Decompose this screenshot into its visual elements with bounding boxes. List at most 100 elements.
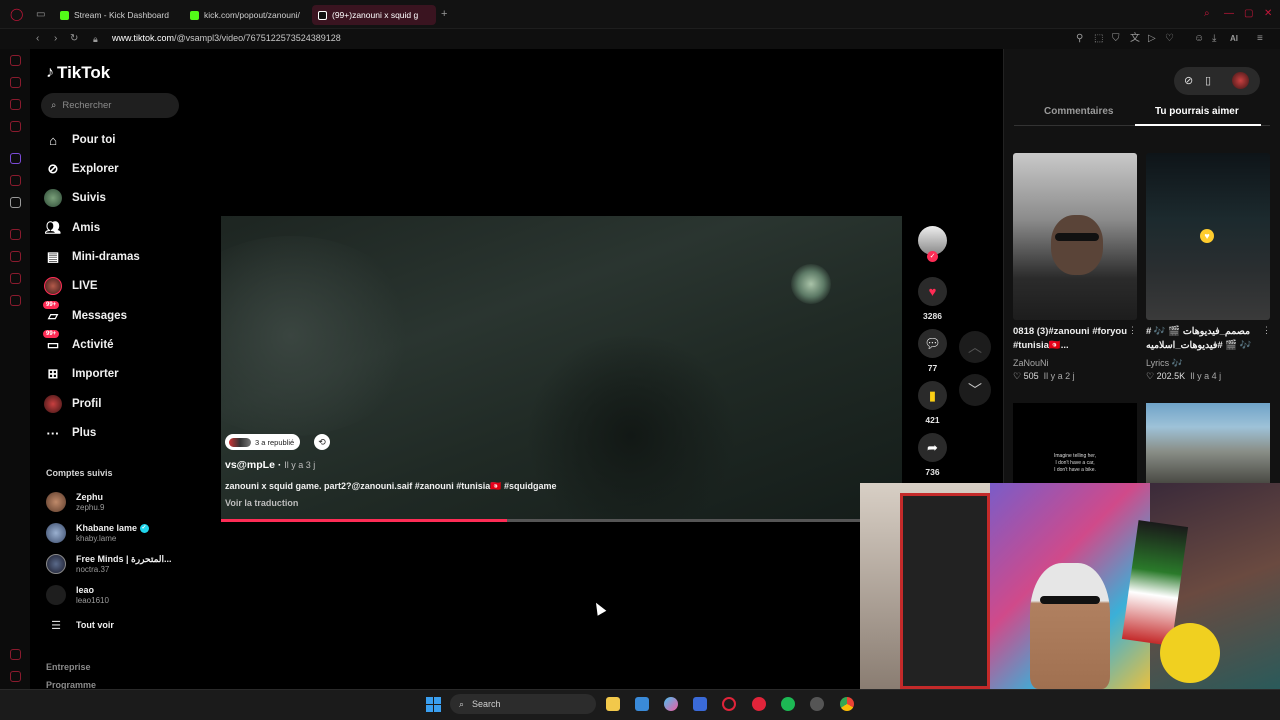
messenger-icon[interactable] bbox=[10, 99, 21, 110]
history-icon[interactable] bbox=[10, 55, 21, 66]
taskbar-search[interactable]: ⌕ Search bbox=[450, 694, 596, 714]
opera-gx-icon[interactable] bbox=[722, 697, 736, 711]
like-button[interactable]: ♥ bbox=[918, 277, 947, 306]
calculator-icon[interactable] bbox=[693, 697, 707, 711]
clock-icon[interactable] bbox=[10, 251, 21, 262]
repost-badge[interactable]: 3 a republié bbox=[225, 434, 301, 450]
suggested-video-thumb[interactable] bbox=[1013, 153, 1137, 320]
nav-messages[interactable]: ▱ 99+ Messages bbox=[43, 301, 127, 326]
maximize-icon[interactable]: ▢ bbox=[1244, 9, 1253, 19]
nav-pour-toi[interactable]: ⌂ Pour toi bbox=[44, 130, 115, 150]
video-player[interactable] bbox=[221, 216, 902, 522]
card-title[interactable]: # 🎶 🎬 مصمم_فيديوهات #فيديوهات_اسلاميه 🎬 … bbox=[1146, 325, 1266, 353]
forward-icon[interactable]: › bbox=[54, 34, 57, 44]
twitch-icon[interactable] bbox=[10, 153, 21, 164]
nav-importer[interactable]: ⊞ Importer bbox=[44, 364, 119, 384]
percent-icon[interactable] bbox=[10, 175, 21, 186]
video-progress-bar[interactable] bbox=[221, 519, 902, 522]
previous-video-button[interactable]: ︿ bbox=[959, 331, 991, 363]
nav-amis[interactable]: 👥︎ Amis bbox=[44, 218, 100, 238]
gx-icon[interactable] bbox=[10, 649, 21, 660]
close-icon[interactable]: ✕ bbox=[1264, 9, 1272, 19]
tab-kick-popout[interactable]: kick.com/popout/zanouni/ bbox=[184, 5, 308, 25]
nav-explorer[interactable]: ⊘ Explorer bbox=[44, 159, 119, 179]
tab-comments[interactable]: Commentaires bbox=[1044, 106, 1113, 117]
aria-ai-button[interactable]: AI bbox=[1230, 34, 1238, 44]
back-icon[interactable]: ‹ bbox=[36, 34, 39, 44]
search-input[interactable]: ⌕ Rechercher bbox=[41, 93, 179, 118]
nav-suivis[interactable]: Suivis bbox=[44, 188, 106, 208]
download-icon[interactable]: ⤓ bbox=[1212, 34, 1216, 44]
card-author[interactable]: Lyrics 🎶 bbox=[1146, 358, 1183, 369]
file-explorer-icon[interactable] bbox=[606, 697, 620, 711]
follow-check-icon[interactable]: ✓ bbox=[927, 251, 938, 262]
footer-link-entreprise[interactable]: Entreprise bbox=[46, 662, 91, 672]
more-options-icon[interactable]: ⋮ bbox=[1262, 325, 1271, 336]
chrome-icon[interactable] bbox=[840, 697, 854, 711]
x-twitter-icon[interactable] bbox=[10, 197, 21, 208]
comment-button[interactable]: 💬︎ bbox=[918, 329, 947, 358]
settings-icon[interactable] bbox=[10, 295, 21, 306]
author-name: vs@mpLe bbox=[225, 459, 275, 471]
pin-icon[interactable]: ⚲ bbox=[1076, 34, 1083, 44]
repost-icon[interactable]: ⟲ bbox=[314, 434, 330, 450]
card-title[interactable]: 0818 (3)#zanouni #foryou #tunisia🇹🇳... bbox=[1013, 325, 1133, 353]
followed-account[interactable]: Zephu zephu.9 bbox=[46, 490, 104, 514]
play-icon[interactable]: ▷ bbox=[1148, 34, 1156, 44]
app-icon[interactable] bbox=[752, 697, 766, 711]
menu-icon[interactable]: ≡ bbox=[1257, 34, 1263, 44]
suggested-video-thumb[interactable]: Imagine telling her, I don't have a car,… bbox=[1013, 403, 1137, 483]
compass-icon[interactable]: ⊘ bbox=[1184, 74, 1193, 87]
extensions-icon[interactable] bbox=[10, 273, 21, 284]
store-icon[interactable] bbox=[635, 697, 649, 711]
save-button[interactable]: ▮ bbox=[918, 381, 947, 410]
instagram-icon[interactable] bbox=[10, 121, 21, 132]
spotify-icon[interactable] bbox=[781, 697, 795, 711]
logo-text: TikTok bbox=[57, 63, 111, 82]
new-tab-icon[interactable]: + bbox=[441, 9, 447, 20]
nav-mini-dramas[interactable]: ▤ Mini-dramas bbox=[44, 247, 140, 267]
workspace-icon[interactable]: ▭ bbox=[36, 10, 45, 20]
more-rail-icon[interactable] bbox=[10, 671, 21, 682]
nav-profil[interactable]: Profil bbox=[44, 394, 101, 414]
reload-icon[interactable]: ↻ bbox=[70, 34, 78, 44]
snapshot-icon[interactable]: ⬚ bbox=[1094, 34, 1103, 44]
tiktok-icon bbox=[318, 10, 327, 20]
translate-icon[interactable]: 文 bbox=[1130, 34, 1140, 44]
tiktok-logo[interactable]: ♪ TikTok bbox=[46, 63, 110, 83]
translate-link[interactable]: Voir la traduction bbox=[225, 498, 298, 508]
minimize-icon[interactable]: — bbox=[1224, 9, 1234, 19]
steam-icon[interactable] bbox=[810, 697, 824, 711]
windows-start-icon[interactable] bbox=[426, 697, 441, 712]
followed-account[interactable]: Khabane lame ✓ khaby.lame bbox=[46, 521, 149, 545]
next-video-button[interactable]: ﹀ bbox=[959, 374, 991, 406]
tab-kick-dashboard[interactable]: Stream - Kick Dashboard bbox=[54, 5, 182, 25]
nav-activite[interactable]: ▭ 99+ Activité bbox=[43, 330, 114, 355]
lock-icon: 🔒︎ bbox=[93, 34, 98, 44]
player-icon[interactable] bbox=[10, 229, 21, 240]
more-options-icon[interactable]: ⋮ bbox=[1128, 325, 1137, 336]
account-icon[interactable]: ☺ bbox=[1194, 34, 1204, 44]
profile-avatar[interactable] bbox=[1232, 72, 1249, 89]
card-author[interactable]: ZaNouNi bbox=[1013, 358, 1049, 368]
nav-plus[interactable]: ··· Plus bbox=[44, 423, 97, 443]
nav-live[interactable]: LIVE bbox=[44, 276, 98, 296]
heart-icon[interactable]: ♡ bbox=[1165, 34, 1174, 44]
suggested-video-thumb[interactable] bbox=[1146, 403, 1270, 483]
shield-icon[interactable]: ⛉ bbox=[1112, 34, 1120, 44]
opera-logo-icon[interactable]: ◯ bbox=[10, 8, 23, 20]
suggested-video-thumb[interactable]: ♥ bbox=[1146, 153, 1270, 320]
copilot-icon[interactable] bbox=[664, 697, 678, 711]
share-button[interactable]: ➦ bbox=[918, 433, 947, 462]
tab-suggestions[interactable]: Tu pourrais aimer bbox=[1155, 106, 1239, 117]
url-field[interactable]: www.tiktok.com/@vsampl3/video/7675122573… bbox=[112, 33, 341, 43]
video-author[interactable]: vs@mpLe · Il y a 3 j bbox=[225, 459, 315, 471]
wallet-icon[interactable] bbox=[10, 77, 21, 88]
tab-tiktok[interactable]: (99+)zanouni x squid g bbox=[312, 5, 436, 25]
browser-tab-bar: ◯ ▭ Stream - Kick Dashboard kick.com/pop… bbox=[0, 0, 1280, 29]
followed-account[interactable]: leao leao1610 bbox=[46, 583, 109, 607]
followed-account[interactable]: Free Minds | المتحررة... noctra.37 bbox=[46, 552, 172, 576]
see-all-link[interactable]: ☰ Tout voir bbox=[46, 613, 114, 637]
device-icon[interactable]: ▯ bbox=[1205, 74, 1211, 87]
search-tabs-icon[interactable]: ⌕ bbox=[1204, 9, 1210, 19]
